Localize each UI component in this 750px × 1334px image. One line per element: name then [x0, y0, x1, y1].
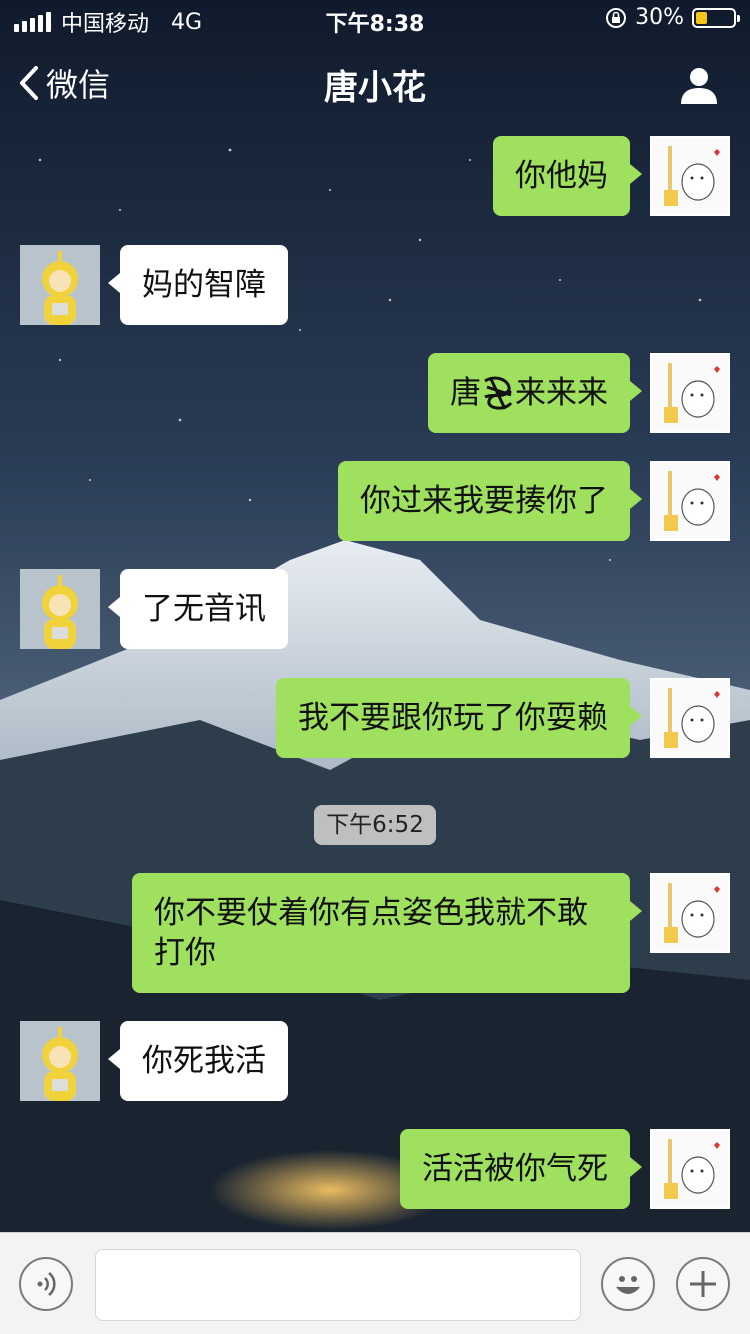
cartoon-avatar-image [652, 1131, 728, 1207]
status-right: 30% [605, 5, 740, 30]
battery-icon [692, 7, 740, 28]
cartoon-avatar-image [652, 355, 728, 431]
teletubby-avatar-image [20, 245, 100, 325]
chat-area[interactable]: 你他妈 妈的智障 唐来来来 你过来我要揍你了 了无音讯 我不要跟你玩了你耍赖 下… [0, 128, 750, 1232]
voice-button[interactable] [19, 1257, 73, 1311]
plus-icon [690, 1271, 716, 1297]
cartoon-avatar-image [652, 463, 728, 539]
message-bubble[interactable]: 你不要仗着你有点姿色我就不敢打你 [132, 873, 642, 993]
cartoon-avatar-image [652, 138, 728, 214]
message-bubble[interactable]: 活活被你气死 [400, 1129, 642, 1209]
contact-avatar[interactable] [20, 569, 100, 649]
message-bubble[interactable]: 我不要跟你玩了你耍赖 [276, 678, 642, 758]
more-button[interactable] [676, 1257, 730, 1311]
message-text-part: 来来来 [515, 375, 608, 411]
message-text-part: 唐 [450, 375, 481, 411]
timestamp-badge: 下午6:52 [314, 805, 436, 845]
teletubby-avatar-image [20, 569, 100, 649]
contact-avatar[interactable] [20, 1021, 100, 1101]
message-bubble[interactable]: 妈的智障 [108, 245, 288, 325]
scribble-redaction [481, 373, 515, 413]
rotation-lock-icon [606, 7, 627, 28]
input-bar [0, 1232, 750, 1334]
message-bubble[interactable]: 你死我活 [108, 1021, 288, 1101]
cartoon-avatar-image [652, 875, 728, 951]
teletubby-avatar-image [20, 1021, 100, 1101]
emoji-button[interactable] [601, 1257, 655, 1311]
battery-percent: 30% [635, 5, 684, 30]
self-avatar[interactable] [650, 461, 730, 541]
message-bubble[interactable]: 唐来来来 [428, 353, 642, 433]
self-avatar[interactable] [650, 1129, 730, 1209]
message-input[interactable] [95, 1249, 581, 1321]
self-avatar[interactable] [650, 873, 730, 953]
self-avatar[interactable] [650, 353, 730, 433]
cartoon-avatar-image [652, 680, 728, 756]
page-title: 唐小花 [324, 68, 426, 108]
message-bubble[interactable]: 你他妈 [493, 136, 642, 216]
message-bubble[interactable]: 你过来我要揍你了 [338, 461, 642, 541]
user-icon[interactable] [678, 64, 720, 106]
status-bar: 中国移动 4G 下午8:38 30% [0, 0, 750, 40]
emoji-icon [616, 1276, 640, 1294]
nav-bar: 微信 唐小花 [0, 40, 750, 128]
message-bubble[interactable]: 了无音讯 [108, 569, 288, 649]
battery-fill [696, 11, 707, 24]
contact-avatar[interactable] [20, 245, 100, 325]
self-avatar[interactable] [650, 678, 730, 758]
self-avatar[interactable] [650, 136, 730, 216]
voice-icon [37, 1272, 56, 1296]
